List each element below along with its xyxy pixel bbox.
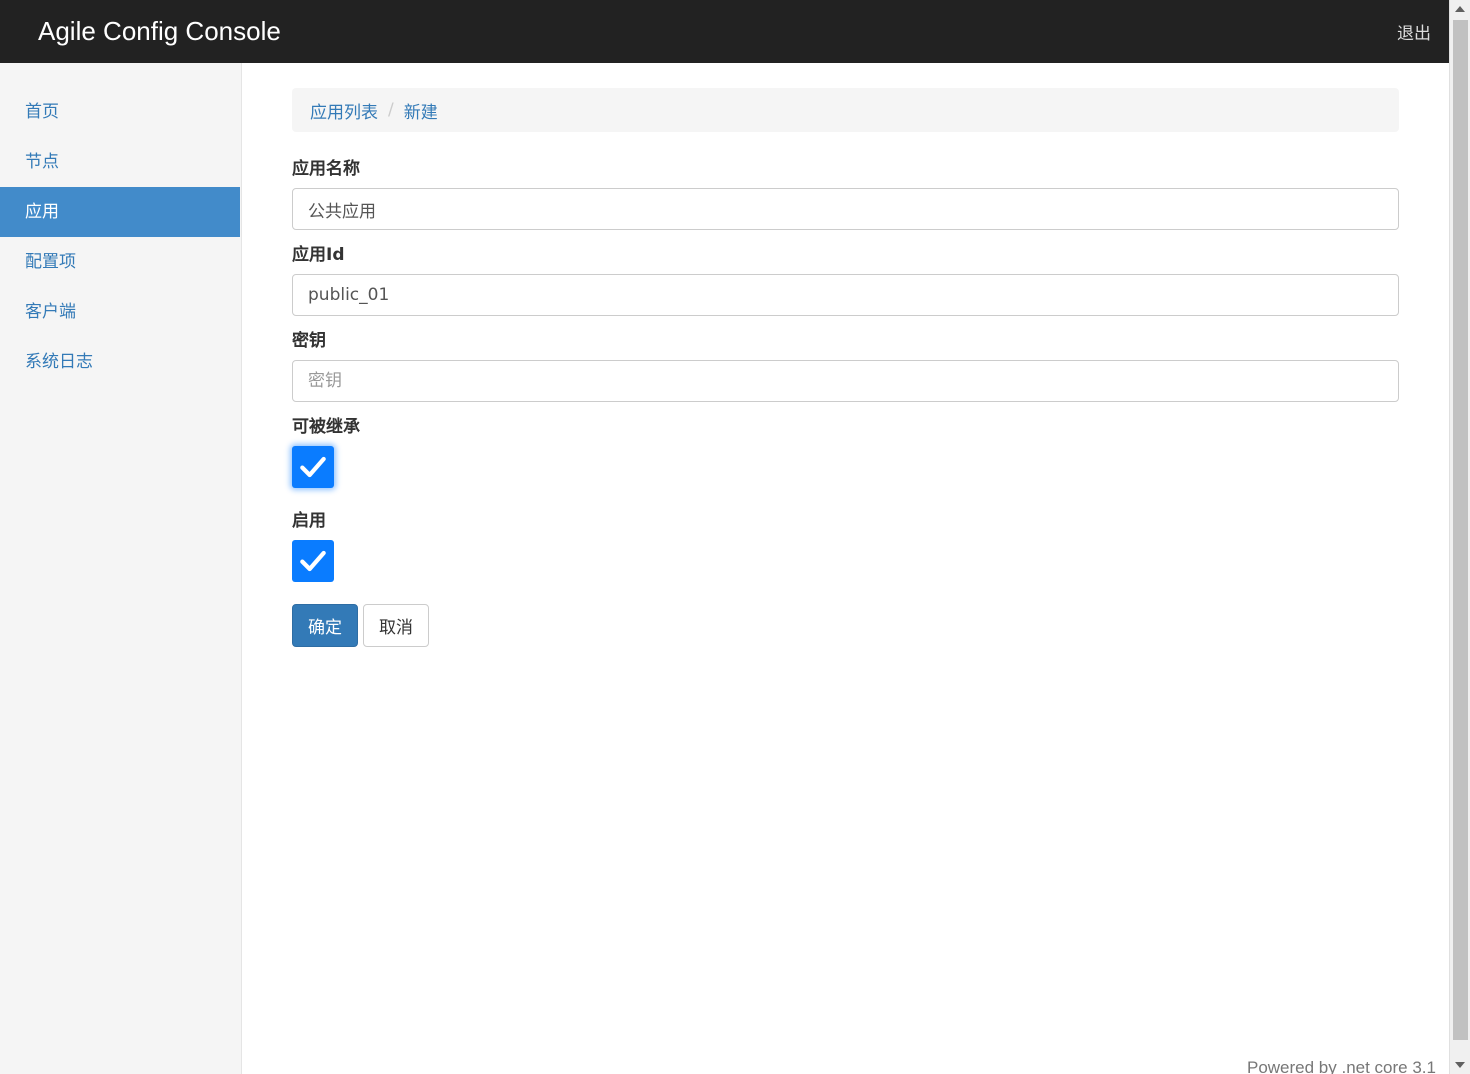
app-name-group: 应用名称 (292, 158, 1399, 230)
scroll-thumb[interactable] (1453, 20, 1468, 1040)
scroll-down-arrow-icon[interactable] (1455, 1062, 1465, 1068)
secret-input[interactable] (292, 360, 1399, 402)
sidebar-item-configs[interactable]: 配置项 (0, 237, 240, 287)
secret-group: 密钥 (292, 330, 1399, 402)
secret-label: 密钥 (292, 331, 326, 351)
checkmark-icon (300, 456, 326, 478)
sidebar-item-home[interactable]: 首页 (0, 87, 240, 137)
sidebar-item-system-logs[interactable]: 系统日志 (0, 337, 240, 387)
top-navbar: Agile Config Console 退出 (0, 0, 1449, 63)
scroll-up-arrow-icon[interactable] (1455, 6, 1465, 12)
app-name-input[interactable] (292, 188, 1399, 230)
sidebar-item-nodes[interactable]: 节点 (0, 137, 240, 187)
form-actions: 确定 取消 (292, 604, 1399, 647)
logout-link[interactable]: 退出 (1397, 19, 1431, 44)
cancel-button[interactable]: 取消 (363, 604, 429, 647)
app-id-input[interactable] (292, 274, 1399, 316)
enabled-checkbox[interactable] (292, 540, 334, 582)
enabled-label: 启用 (292, 511, 326, 531)
breadcrumb-separator: / (388, 100, 394, 120)
checkmark-icon (300, 550, 326, 572)
app-id-group: 应用Id (292, 244, 1399, 316)
main-content: 应用列表 / 新建 应用名称 应用Id 密钥 可被继承 启用 确定 取消 (292, 88, 1399, 647)
sidebar-item-apps[interactable]: 应用 (0, 187, 240, 237)
app-name-label: 应用名称 (292, 159, 360, 179)
brand-title[interactable]: Agile Config Console (38, 16, 281, 47)
footer-text: Powered by .net core 3.1 (1246, 1058, 1436, 1074)
app-id-label: 应用Id (292, 245, 345, 265)
breadcrumb-app-list[interactable]: 应用列表 (310, 98, 378, 123)
breadcrumb-new[interactable]: 新建 (404, 98, 438, 123)
inheritable-checkbox[interactable] (292, 446, 334, 488)
sidebar: 首页 节点 应用 配置项 客户端 系统日志 (0, 63, 242, 1074)
enabled-group: 启用 (292, 510, 1399, 582)
inheritable-group: 可被继承 (292, 416, 1399, 488)
breadcrumb: 应用列表 / 新建 (292, 88, 1399, 132)
inheritable-label: 可被继承 (292, 417, 360, 437)
confirm-button[interactable]: 确定 (292, 604, 358, 647)
sidebar-item-clients[interactable]: 客户端 (0, 287, 240, 337)
vertical-scrollbar[interactable] (1449, 0, 1470, 1074)
